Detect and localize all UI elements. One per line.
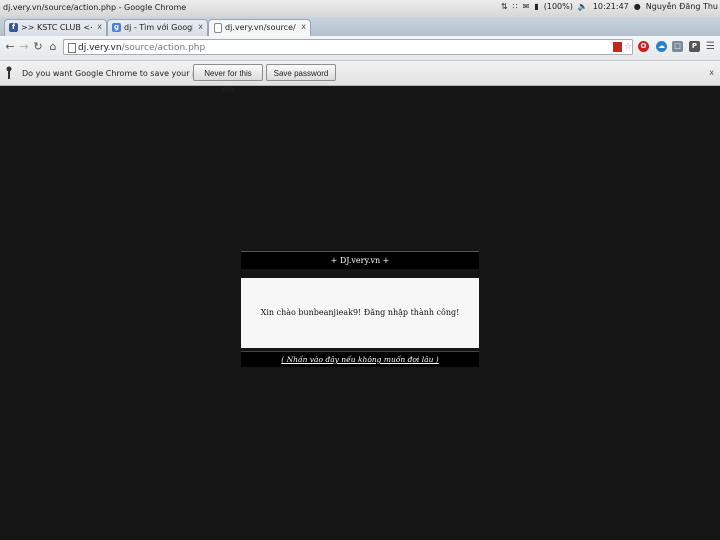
infobar-close-icon[interactable]: x [709, 68, 714, 77]
user-name[interactable]: Nguyễn Đăng Thu [646, 2, 718, 11]
flash-blocked-icon[interactable] [613, 42, 622, 52]
tab-close-icon[interactable]: x [97, 22, 102, 31]
clock[interactable]: 10:21:47 [593, 2, 629, 11]
never-for-this-site-button[interactable]: Never for this site [193, 64, 263, 94]
key-icon [6, 66, 12, 79]
system-tray: ⇅ ∷ ✉ ▮ (100%) 🔈 10:21:47 ● Nguyễn Đăng … [501, 2, 718, 11]
tab-label: >> KSTC CLUB << [21, 23, 92, 32]
tab-google-search[interactable]: g dj - Tìm với Google x [107, 19, 208, 36]
tab-strip: f >> KSTC CLUB << x g dj - Tìm với Googl… [0, 17, 720, 51]
battery-level: (100%) [543, 2, 573, 11]
pdf-extension-icon[interactable]: P [689, 41, 700, 52]
tab-close-icon[interactable]: x [198, 22, 203, 31]
back-icon[interactable]: ← [3, 40, 17, 54]
cloud-icon[interactable]: ☁ [656, 41, 667, 52]
url-path: /source/action.php [121, 43, 206, 53]
page-icon [214, 23, 222, 33]
login-success-message: Xin chào bunbeanjieak9! Đăng nhập thành … [241, 278, 479, 348]
panel-header: + DJ.very.vn + [241, 251, 479, 269]
url-text[interactable]: dj.very.vn/source/action.php [78, 40, 205, 56]
forward-icon[interactable]: → [17, 40, 31, 54]
page-info-icon[interactable] [68, 43, 76, 53]
network-icon[interactable]: ⇅ [501, 2, 508, 11]
bookmark-star-icon[interactable]: ☆ [624, 42, 632, 53]
save-password-infobar: Do you want Google Chrome to save your p… [0, 61, 720, 94]
url-host: dj.very.vn [78, 43, 122, 53]
wrench-menu-icon[interactable]: ☰ [705, 41, 716, 52]
panel-footer: ( Nhấn vào đây nếu không muốn đợi lâu ) [241, 351, 479, 367]
opera-icon[interactable]: O [638, 41, 649, 52]
tab-action-php[interactable]: dj.very.vn/source/action... x [208, 19, 311, 36]
reload-icon[interactable]: ↻ [31, 40, 45, 54]
save-password-button[interactable]: Save password [266, 64, 336, 81]
os-top-bar: dj.very.vn/source/action.php - Google Ch… [0, 0, 720, 18]
login-result-panel: + DJ.very.vn + Xin chào bunbeanjieak9! Đ… [241, 251, 479, 367]
battery-icon[interactable]: ▮ [534, 2, 538, 11]
mail-icon[interactable]: ✉ [523, 2, 530, 11]
google-icon: g [112, 23, 121, 32]
volume-icon[interactable]: 🔈 [578, 2, 588, 11]
tab-close-icon[interactable]: x [301, 22, 306, 31]
bluetooth-icon[interactable]: ∷ [513, 2, 518, 11]
facebook-icon: f [9, 23, 18, 32]
browser-toolbar: ← → ↻ ⌂ dj.very.vn/source/action.php ☆ O… [0, 36, 720, 61]
continue-link[interactable]: ( Nhấn vào đây nếu không muốn đợi lâu ) [281, 355, 438, 364]
tab-label: dj - Tìm với Google [124, 23, 193, 32]
home-icon[interactable]: ⌂ [46, 40, 60, 54]
extension-icon[interactable]: □ [672, 41, 683, 52]
tab-kstc-club[interactable]: f >> KSTC CLUB << x [4, 19, 107, 36]
session-icon[interactable]: ● [634, 2, 641, 11]
address-bar[interactable]: dj.very.vn/source/action.php ☆ [63, 39, 633, 55]
window-title: dj.very.vn/source/action.php - Google Ch… [3, 3, 187, 12]
tab-label: dj.very.vn/source/action... [225, 23, 296, 32]
